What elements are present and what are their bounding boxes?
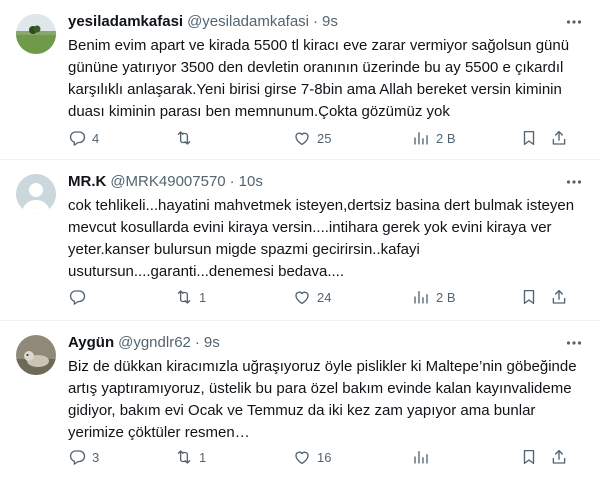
display-name[interactable]: Aygün bbox=[68, 333, 114, 353]
action-bar: 3 1 16 bbox=[68, 447, 584, 467]
share-button[interactable] bbox=[550, 129, 570, 147]
tweet[interactable]: yesiladamkafasi @yesiladamkafasi · 9s Be… bbox=[0, 0, 600, 160]
tweet[interactable]: Aygün @ygndlr62 · 9s Biz de dükkan kirac… bbox=[0, 321, 600, 480]
tweet-text: Benim evim apart ve kirada 5500 tl kirac… bbox=[68, 37, 570, 120]
share-icon bbox=[552, 130, 566, 145]
tweet-header: MR.K @MRK49007570 · 10s bbox=[68, 172, 584, 192]
more-button[interactable] bbox=[564, 12, 584, 32]
user-handle[interactable]: @yesiladamkafasi bbox=[187, 12, 309, 32]
repost-icon bbox=[177, 131, 191, 145]
like-button[interactable]: 25 bbox=[293, 129, 412, 147]
more-button[interactable] bbox=[564, 333, 584, 353]
landscape-photo-icon bbox=[16, 14, 56, 54]
reply-count: 3 bbox=[92, 449, 100, 465]
views-button[interactable] bbox=[412, 448, 520, 466]
views-icon bbox=[414, 291, 428, 304]
timestamp[interactable]: 10s bbox=[239, 172, 263, 192]
like-icon bbox=[295, 132, 309, 146]
avatar[interactable] bbox=[16, 335, 56, 375]
user-handle[interactable]: @MRK49007570 bbox=[110, 172, 225, 192]
action-bar: 1 24 2 B bbox=[68, 287, 584, 307]
bookmark-button[interactable] bbox=[520, 288, 550, 306]
more-icon bbox=[566, 180, 582, 184]
repost-count: 1 bbox=[199, 289, 207, 305]
bookmark-icon bbox=[523, 449, 535, 465]
tweet[interactable]: MR.K @MRK49007570 · 10s cok tehlikeli...… bbox=[0, 160, 600, 321]
bookmark-button[interactable] bbox=[520, 448, 550, 466]
repost-button[interactable]: 1 bbox=[175, 288, 293, 306]
more-icon bbox=[566, 20, 582, 24]
bookmark-icon bbox=[523, 289, 535, 305]
tweet-text: cok tehlikeli...hayatini mahvetmek istey… bbox=[68, 197, 575, 280]
more-button[interactable] bbox=[564, 172, 584, 192]
like-count: 24 bbox=[317, 289, 332, 305]
timestamp[interactable]: 9s bbox=[204, 333, 220, 353]
like-button[interactable]: 24 bbox=[293, 288, 412, 306]
bookmark-button[interactable] bbox=[520, 129, 550, 147]
like-button[interactable]: 16 bbox=[293, 448, 412, 466]
dog-photo-icon bbox=[16, 335, 56, 375]
display-name[interactable]: yesiladamkafasi bbox=[68, 12, 183, 32]
repost-icon bbox=[177, 290, 191, 304]
repost-icon bbox=[177, 450, 191, 464]
like-count: 16 bbox=[317, 449, 332, 465]
separator-dot: · bbox=[313, 13, 319, 30]
reply-button[interactable] bbox=[68, 288, 175, 306]
views-button[interactable]: 2 B bbox=[412, 129, 520, 147]
tweet-header: yesiladamkafasi @yesiladamkafasi · 9s bbox=[68, 12, 584, 32]
bookmark-icon bbox=[523, 130, 535, 146]
views-icon bbox=[414, 132, 428, 145]
user-handle[interactable]: @ygndlr62 bbox=[118, 333, 191, 353]
tweet-text: Biz de dükkan kiracımızla uğraşıyoruz öy… bbox=[68, 358, 577, 441]
share-icon bbox=[552, 289, 566, 304]
views-icon bbox=[414, 451, 428, 464]
reply-button[interactable]: 4 bbox=[68, 129, 175, 147]
view-count: 2 B bbox=[436, 130, 456, 146]
tweet-header: Aygün @ygndlr62 · 9s bbox=[68, 333, 584, 353]
repost-button[interactable] bbox=[175, 129, 293, 147]
share-button[interactable] bbox=[550, 288, 570, 306]
views-button[interactable]: 2 B bbox=[412, 288, 520, 306]
reply-button[interactable]: 3 bbox=[68, 448, 175, 466]
timeline-feed: yesiladamkafasi @yesiladamkafasi · 9s Be… bbox=[0, 0, 600, 480]
display-name[interactable]: MR.K bbox=[68, 172, 106, 192]
avatar[interactable] bbox=[16, 14, 56, 54]
reply-icon bbox=[69, 290, 86, 305]
separator-dot: · bbox=[229, 173, 235, 190]
like-icon bbox=[295, 291, 309, 305]
like-icon bbox=[295, 451, 309, 465]
action-bar: 4 25 2 B bbox=[68, 128, 584, 148]
view-count: 2 B bbox=[436, 289, 456, 305]
separator-dot: · bbox=[194, 334, 200, 351]
reply-icon bbox=[69, 131, 86, 146]
repost-button[interactable]: 1 bbox=[175, 448, 293, 466]
like-count: 25 bbox=[317, 130, 332, 146]
more-icon bbox=[566, 341, 582, 345]
reply-count: 4 bbox=[92, 130, 100, 146]
timestamp[interactable]: 9s bbox=[322, 12, 338, 32]
default-profile-icon bbox=[16, 174, 56, 214]
share-button[interactable] bbox=[550, 448, 570, 466]
reply-icon bbox=[69, 450, 86, 465]
avatar[interactable] bbox=[16, 174, 56, 214]
repost-count: 1 bbox=[199, 449, 207, 465]
share-icon bbox=[552, 449, 566, 464]
